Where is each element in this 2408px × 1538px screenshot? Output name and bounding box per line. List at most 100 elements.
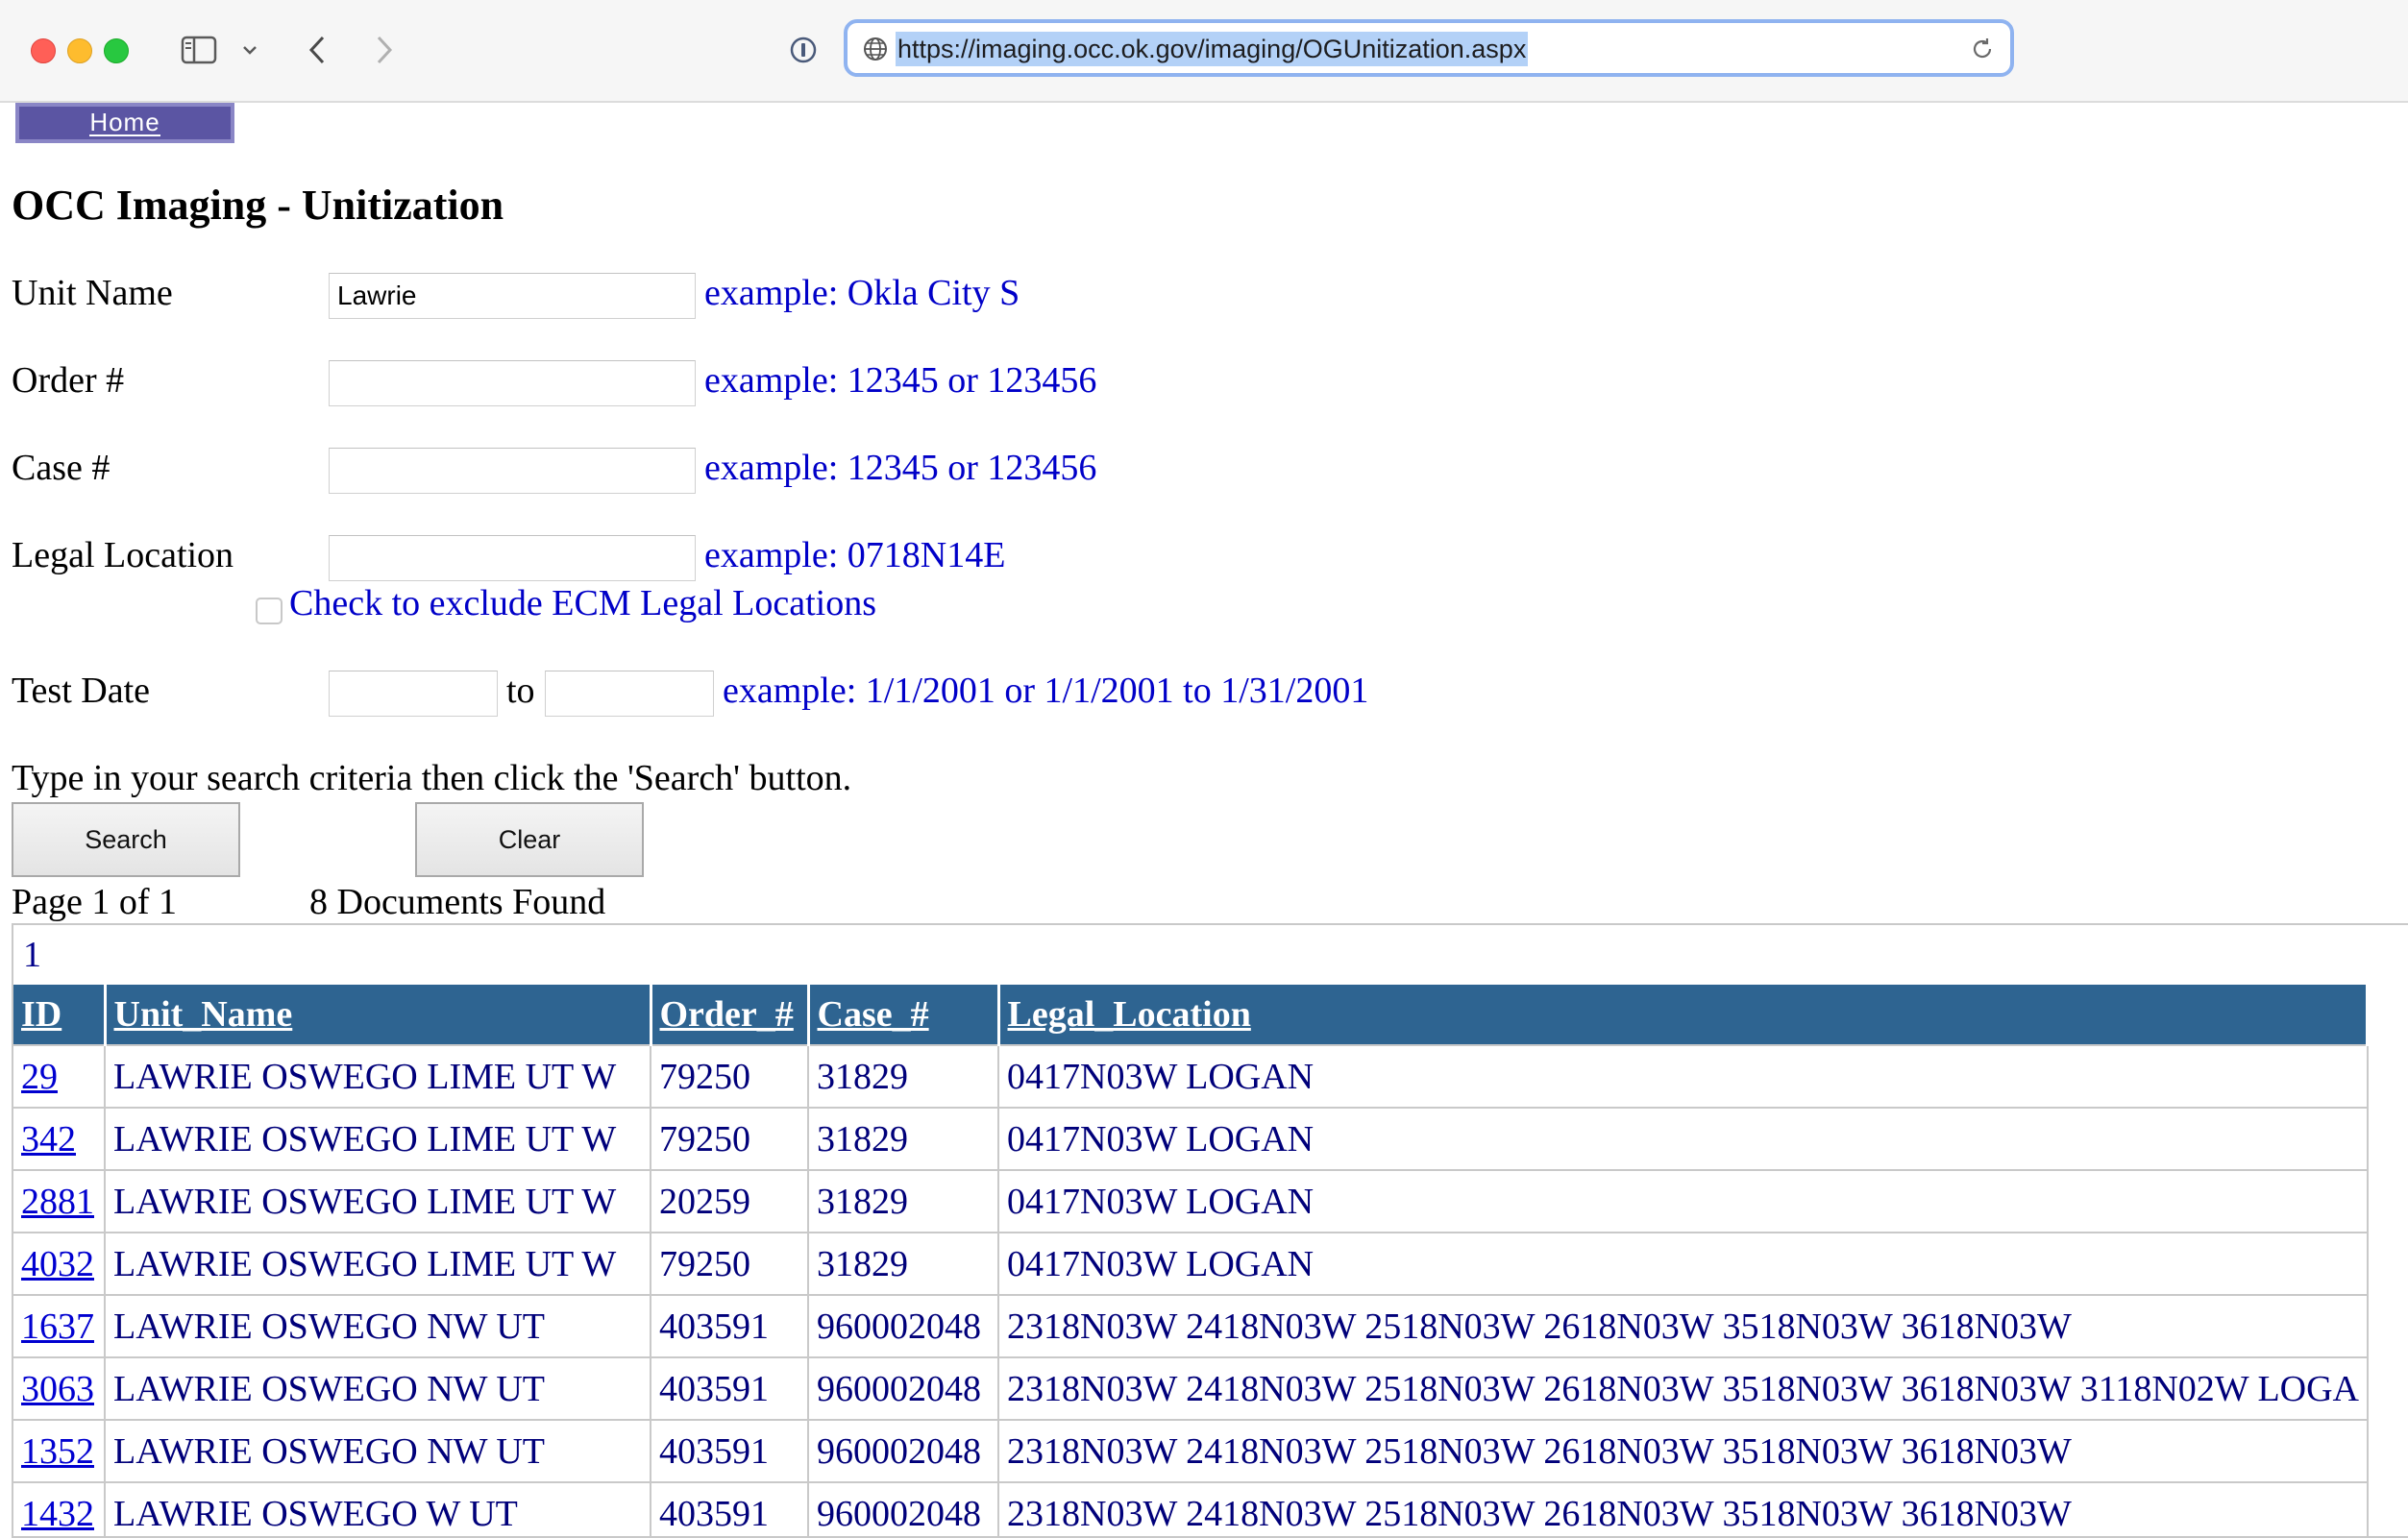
unit-name-label: Unit Name bbox=[12, 273, 173, 313]
document-id-link[interactable]: 29 bbox=[21, 1057, 58, 1097]
privacy-report-icon[interactable] bbox=[784, 29, 823, 71]
test-date-label: Test Date bbox=[12, 671, 151, 711]
documents-found: 8 Documents Found bbox=[309, 882, 606, 922]
cell-legal-location: 0417N03W LOGAN bbox=[998, 1169, 2369, 1233]
cell-legal-location: 2318N03W 2418N03W 2518N03W 2618N03W 3518… bbox=[998, 1419, 2369, 1482]
unit-name-example: example: Okla City S bbox=[704, 273, 1020, 313]
cell-case: 31829 bbox=[808, 1169, 999, 1233]
order-label: Order # bbox=[12, 360, 125, 401]
globe-icon bbox=[861, 35, 890, 63]
document-id-link[interactable]: 1637 bbox=[21, 1306, 94, 1347]
forward-arrow-icon[interactable] bbox=[365, 29, 404, 71]
table-row: 1352 LAWRIE OSWEGO NW UT 403591 960002048 23… bbox=[13, 1419, 2369, 1482]
home-button[interactable]: Home bbox=[15, 103, 234, 143]
test-date-to-input[interactable] bbox=[545, 671, 714, 717]
cell-order: 403591 bbox=[651, 1419, 809, 1482]
cell-id[interactable]: 342 bbox=[13, 1107, 106, 1170]
cell-unit-name: LAWRIE OSWEGO NW UT bbox=[105, 1294, 651, 1357]
close-window-button[interactable] bbox=[31, 38, 56, 63]
document-id-link[interactable]: 342 bbox=[21, 1119, 76, 1160]
url-text[interactable]: https://imaging.occ.ok.gov/imaging/OGUni… bbox=[896, 32, 1529, 66]
cell-legal-location: 0417N03W LOGAN bbox=[998, 1232, 2369, 1295]
reload-icon[interactable] bbox=[1968, 35, 1997, 63]
document-id-link[interactable]: 1432 bbox=[21, 1494, 94, 1534]
cell-legal-location: 2318N03W 2418N03W 2518N03W 2618N03W 3518… bbox=[998, 1294, 2369, 1357]
clear-button[interactable]: Clear bbox=[415, 802, 644, 877]
cell-case: 960002048 bbox=[808, 1294, 999, 1357]
cell-legal-location: 2318N03W 2418N03W 2518N03W 2618N03W 3518… bbox=[998, 1356, 2369, 1420]
order-input[interactable] bbox=[329, 360, 696, 406]
cell-case: 31829 bbox=[808, 1232, 999, 1295]
search-button[interactable]: Search bbox=[12, 802, 240, 877]
cell-unit-name: LAWRIE OSWEGO NW UT bbox=[105, 1419, 651, 1482]
column-header-order[interactable]: Order_# bbox=[651, 985, 810, 1045]
cell-legal-location: 0417N03W LOGAN bbox=[998, 1044, 2369, 1108]
cell-id[interactable]: 1352 bbox=[13, 1419, 106, 1482]
exclude-ecm-checkbox[interactable] bbox=[256, 598, 283, 624]
case-label: Case # bbox=[12, 448, 111, 488]
table-row: 4032 LAWRIE OSWEGO LIME UT W 79250 31829 041… bbox=[13, 1232, 2369, 1295]
legal-location-input[interactable] bbox=[329, 535, 696, 581]
column-header-case[interactable]: Case_# bbox=[808, 985, 1000, 1045]
cell-case: 960002048 bbox=[808, 1356, 999, 1420]
table-row: 29 LAWRIE OSWEGO LIME UT W 79250 31829 0417N… bbox=[13, 1044, 2369, 1108]
column-header-unit-name[interactable]: Unit_Name bbox=[105, 985, 652, 1045]
cell-id[interactable]: 29 bbox=[13, 1044, 106, 1108]
table-row: 3063 LAWRIE OSWEGO NW UT 403591 960002048 23… bbox=[13, 1356, 2369, 1420]
unit-name-input[interactable] bbox=[329, 273, 696, 319]
case-example: example: 12345 or 123456 bbox=[704, 448, 1097, 488]
page-title: OCC Imaging - Unitization bbox=[12, 182, 504, 229]
document-id-link[interactable]: 2881 bbox=[21, 1182, 94, 1222]
test-date-from-input[interactable] bbox=[329, 671, 498, 717]
cell-case: 31829 bbox=[808, 1044, 999, 1108]
table-row: 1432 LAWRIE OSWEGO W UT 403591 960002048 231… bbox=[13, 1481, 2369, 1536]
cell-order: 403591 bbox=[651, 1294, 809, 1357]
cell-unit-name: LAWRIE OSWEGO NW UT bbox=[105, 1356, 651, 1420]
exclude-ecm-label[interactable]: Check to exclude ECM Legal Locations bbox=[289, 582, 876, 624]
cell-id[interactable]: 3063 bbox=[13, 1356, 106, 1420]
cell-unit-name: LAWRIE OSWEGO LIME UT W bbox=[105, 1107, 651, 1170]
cell-case: 960002048 bbox=[808, 1481, 999, 1536]
cell-order: 403591 bbox=[651, 1356, 809, 1420]
legal-location-label: Legal Location bbox=[12, 535, 234, 575]
legal-location-example: example: 0718N14E bbox=[704, 535, 1006, 575]
cell-id[interactable]: 2881 bbox=[13, 1169, 106, 1233]
document-id-link[interactable]: 4032 bbox=[21, 1244, 94, 1284]
cell-legal-location: 2318N03W 2418N03W 2518N03W 2618N03W 3518… bbox=[998, 1481, 2369, 1536]
column-header-legal-location[interactable]: Legal_Location bbox=[998, 985, 2370, 1045]
order-example: example: 12345 or 123456 bbox=[704, 360, 1097, 401]
cell-id[interactable]: 4032 bbox=[13, 1232, 106, 1295]
pager-link[interactable]: 1 bbox=[13, 925, 2408, 985]
cell-order: 20259 bbox=[651, 1169, 809, 1233]
results-table: ID Unit_Name Order_# Case_# Legal_Locati… bbox=[13, 985, 2370, 1536]
table-row: 342 LAWRIE OSWEGO LIME UT W 79250 31829 0417… bbox=[13, 1107, 2369, 1170]
sidebar-toggle-icon[interactable] bbox=[178, 29, 220, 71]
cell-unit-name: LAWRIE OSWEGO LIME UT W bbox=[105, 1169, 651, 1233]
test-date-example: example: 1/1/2001 or 1/1/2001 to 1/31/20… bbox=[723, 671, 1369, 711]
cell-id[interactable]: 1637 bbox=[13, 1294, 106, 1357]
case-input[interactable] bbox=[329, 448, 696, 494]
browser-toolbar: https://imaging.occ.ok.gov/imaging/OGUni… bbox=[0, 0, 2408, 103]
cell-legal-location: 0417N03W LOGAN bbox=[998, 1107, 2369, 1170]
cell-order: 403591 bbox=[651, 1481, 809, 1536]
cell-unit-name: LAWRIE OSWEGO W UT bbox=[105, 1481, 651, 1536]
chevron-down-icon[interactable] bbox=[235, 29, 264, 71]
cell-case: 960002048 bbox=[808, 1419, 999, 1482]
cell-unit-name: LAWRIE OSWEGO LIME UT W bbox=[105, 1232, 651, 1295]
minimize-window-button[interactable] bbox=[67, 38, 92, 63]
address-bar[interactable]: https://imaging.occ.ok.gov/imaging/OGUni… bbox=[844, 19, 2014, 77]
document-id-link[interactable]: 3063 bbox=[21, 1369, 94, 1409]
home-label: Home bbox=[89, 108, 160, 136]
document-id-link[interactable]: 1352 bbox=[21, 1431, 94, 1472]
column-header-id[interactable]: ID bbox=[13, 985, 107, 1045]
cell-order: 79250 bbox=[651, 1044, 809, 1108]
test-date-to-label: to bbox=[506, 671, 535, 711]
table-row: 2881 LAWRIE OSWEGO LIME UT W 20259 31829 041… bbox=[13, 1169, 2369, 1233]
cell-id[interactable]: 1432 bbox=[13, 1481, 106, 1536]
back-arrow-icon[interactable] bbox=[298, 29, 336, 71]
results-grid: 1 ID Unit_Name Order_# Case_# Legal_Loca… bbox=[12, 923, 2408, 1538]
zoom-window-button[interactable] bbox=[104, 38, 129, 63]
cell-case: 31829 bbox=[808, 1107, 999, 1170]
cell-unit-name: LAWRIE OSWEGO LIME UT W bbox=[105, 1044, 651, 1108]
table-row: 1637 LAWRIE OSWEGO NW UT 403591 960002048 23… bbox=[13, 1294, 2369, 1357]
